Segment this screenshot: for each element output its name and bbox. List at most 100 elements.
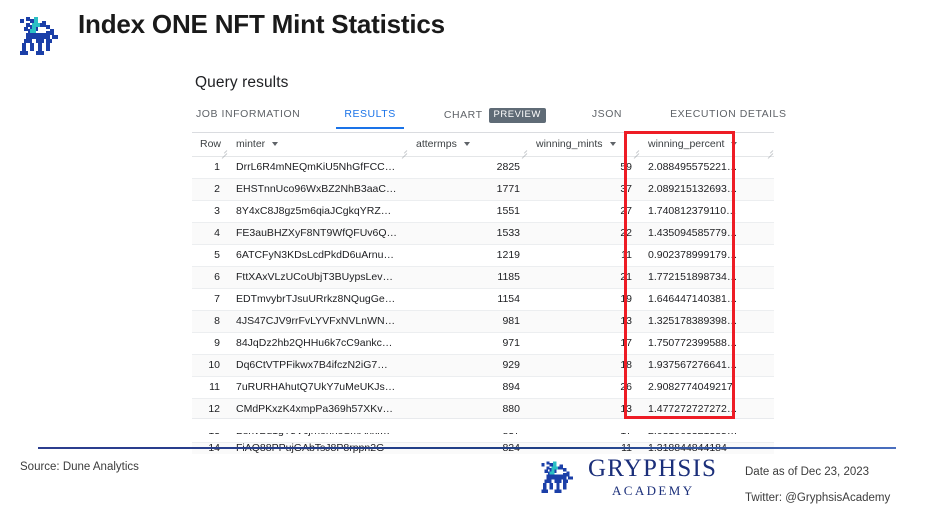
table-row[interactable]: 4FE3auBHZXyF8NT9WfQFUv6Q…1533221.4350945… [192, 223, 774, 245]
resize-grip-icon[interactable] [220, 148, 227, 155]
cell-winning-percent: 1.772151898734… [640, 267, 774, 289]
cell-winning-percent: 1.325178389398… [640, 311, 774, 333]
panel-title: Query results [192, 70, 774, 92]
column-header-minter-label: minter [236, 138, 265, 150]
page-title: Index ONE NFT Mint Statistics [78, 9, 445, 40]
logo-subtext: ACADEMY [612, 483, 695, 499]
table-row[interactable]: 38Y4xC8J8gz5m6qiaJCgkqYRZ…1551271.740812… [192, 201, 774, 223]
cell-row-number: 1 [192, 157, 228, 179]
cell-row-number: 2 [192, 179, 228, 201]
chevron-down-icon[interactable] [731, 142, 737, 146]
cell-row-number: 8 [192, 311, 228, 333]
cell-winning-mints: 26 [528, 377, 640, 399]
cell-row-number: 9 [192, 333, 228, 355]
table-row[interactable]: 84JS47CJV9rrFvLYVFxNVLnWN…981131.3251783… [192, 311, 774, 333]
cell-minter: 7uRURHAhutQ7UkY7uMeUKJs… [228, 377, 408, 399]
cell-row-number: 6 [192, 267, 228, 289]
table-bottom-edge [192, 418, 774, 419]
cell-attermps: 971 [408, 333, 528, 355]
tab-execution-details[interactable]: EXECUTION DETAILS [670, 106, 787, 128]
cell-attermps: 929 [408, 355, 528, 377]
cell-row-number: 3 [192, 201, 228, 223]
resize-grip-icon[interactable] [766, 148, 773, 155]
table-row[interactable]: 984JqDz2hb2QHHu6k7cC9ankc…971171.7507723… [192, 333, 774, 355]
cell-minter: 8Y4xC8J8gz5m6qiaJCgkqYRZ… [228, 201, 408, 223]
table-row[interactable]: 7EDTmvybrTJsuURrkz8NQugGe…1154191.646447… [192, 289, 774, 311]
resize-grip-icon[interactable] [520, 148, 527, 155]
cell-winning-percent: 2.089215132693… [640, 179, 774, 201]
cell-attermps: 1551 [408, 201, 528, 223]
date-label: Date as of Dec 23, 2023 [745, 459, 890, 485]
column-header-row-label: Row [200, 138, 221, 150]
chevron-down-icon[interactable] [272, 142, 278, 146]
chevron-down-icon[interactable] [464, 142, 470, 146]
cell-attermps: 1533 [408, 223, 528, 245]
tab-json[interactable]: JSON [592, 106, 622, 128]
cell-minter: EHSTnnUco96WxBZ2NhB3aaC… [228, 179, 408, 201]
column-header-attermps[interactable]: attermps [408, 133, 528, 157]
cell-winning-mints: 59 [528, 157, 640, 179]
cell-winning-mints: 11 [528, 245, 640, 267]
cell-winning-mints: 21 [528, 267, 640, 289]
cell-winning-mints: 18 [528, 355, 640, 377]
column-header-minter[interactable]: minter [228, 133, 408, 157]
results-tabs: JOB INFORMATION RESULTS CHART PREVIEW JS… [192, 106, 774, 133]
tab-json-label: JSON [592, 108, 622, 120]
column-header-winning-percent-label: winning_percent [648, 138, 724, 150]
table-row[interactable]: 117uRURHAhutQ7UkY7uMeUKJs…894262.9082774… [192, 377, 774, 399]
cell-minter: Dq6CtVTPFikwx7B4ifczN2iG7… [228, 355, 408, 377]
cell-winning-percent: 0.902378999179… [640, 245, 774, 267]
slide-header: Index ONE NFT Mint Statistics [0, 0, 933, 66]
cell-winning-percent: 1.435094585779… [640, 223, 774, 245]
cell-attermps: 1771 [408, 179, 528, 201]
column-header-row[interactable]: Row [192, 133, 228, 157]
cell-attermps: 894 [408, 377, 528, 399]
table-row[interactable]: 10Dq6CtVTPFikwx7B4ifczN2iG7…929181.93756… [192, 355, 774, 377]
tab-results[interactable]: RESULTS [344, 106, 396, 128]
cell-row-number: 5 [192, 245, 228, 267]
column-header-winning-percent[interactable]: winning_percent [640, 133, 774, 157]
chevron-down-icon[interactable] [610, 142, 616, 146]
preview-badge: PREVIEW [489, 108, 546, 123]
tab-results-label: RESULTS [344, 108, 396, 120]
table-row[interactable]: 56ATCFyN3KDsLcdPkdD6uArnu…1219110.902378… [192, 245, 774, 267]
resize-grip-icon[interactable] [632, 148, 639, 155]
column-header-winning-mints-label: winning_mints [536, 138, 603, 150]
cell-minter: 84JqDz2hb2QHHu6k7cC9ankc… [228, 333, 408, 355]
cell-winning-percent: 1.750772399588… [640, 333, 774, 355]
table-row[interactable]: 6FttXAxVLzUCoUbjT3BUypsLev…1185211.77215… [192, 267, 774, 289]
cell-row-number: 11 [192, 377, 228, 399]
cell-row-number: 10 [192, 355, 228, 377]
tab-chart-label: CHART [444, 109, 483, 121]
table-row[interactable]: 2EHSTnnUco96WxBZ2NhB3aaC…1771372.0892151… [192, 179, 774, 201]
cell-row-number: 4 [192, 223, 228, 245]
cell-winning-percent: 2.9082774049217 [640, 377, 774, 399]
cell-minter: DrrL6R4mNEQmKiU5NhGfFCC… [228, 157, 408, 179]
table-clip-mask [192, 419, 774, 433]
cell-winning-percent: 1.646447140381… [640, 289, 774, 311]
cell-winning-mints: 22 [528, 223, 640, 245]
cell-minter: 4JS47CJV9rrFvLYVFxNVLnWN… [228, 311, 408, 333]
logo-wordmark: GRYPHSIS [588, 456, 717, 481]
footer-logo: GRYPHSIS ACADEMY [536, 456, 726, 504]
cell-attermps: 1185 [408, 267, 528, 289]
tab-job-information[interactable]: JOB INFORMATION [196, 106, 300, 128]
gryphsis-griffin-icon [536, 458, 580, 498]
twitter-label: Twitter: @GryphsisAcademy [745, 485, 890, 511]
tab-execution-details-label: EXECUTION DETAILS [670, 108, 787, 120]
cell-attermps: 2825 [408, 157, 528, 179]
results-table-body: 1DrrL6R4mNEQmKiU5NhGfFCC…2825592.0884955… [192, 157, 774, 455]
cell-attermps: 1219 [408, 245, 528, 267]
results-table-header: Row minter attermps [192, 133, 774, 157]
cell-winning-percent: 1.937567276641… [640, 355, 774, 377]
resize-grip-icon[interactable] [400, 148, 407, 155]
gryphsis-griffin-icon [14, 13, 66, 61]
cell-minter: FttXAxVLzUCoUbjT3BUypsLev… [228, 267, 408, 289]
tab-chart[interactable]: CHART PREVIEW [444, 106, 546, 131]
column-header-winning-mints[interactable]: winning_mints [528, 133, 640, 157]
table-row[interactable]: 1DrrL6R4mNEQmKiU5NhGfFCC…2825592.0884955… [192, 157, 774, 179]
cell-minter: EDTmvybrTJsuURrkz8NQugGe… [228, 289, 408, 311]
cell-winning-mints: 13 [528, 311, 640, 333]
column-header-attermps-label: attermps [416, 138, 457, 150]
cell-winning-percent: 2.088495575221… [640, 157, 774, 179]
